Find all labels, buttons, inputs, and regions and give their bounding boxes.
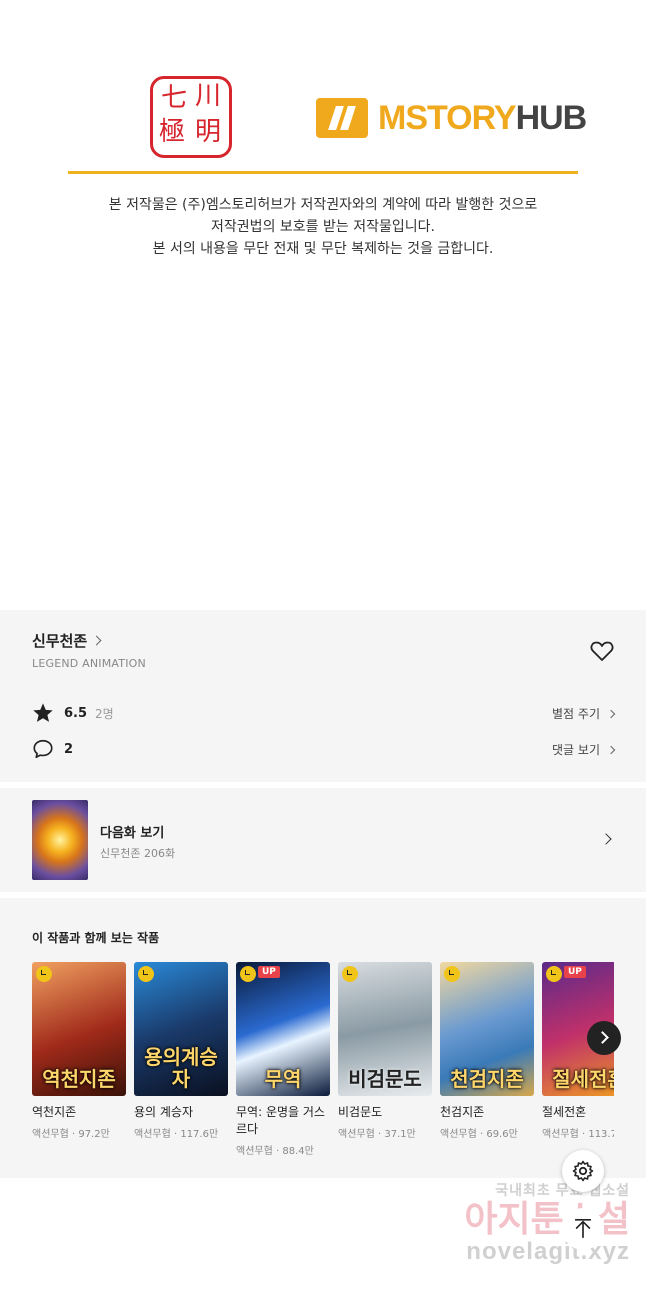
- clock-icon: [36, 966, 52, 982]
- cover-image[interactable]: 비검문도: [338, 962, 432, 1096]
- view-comments-label: 댓글 보기: [552, 743, 600, 757]
- cover-title-art: 절세전혼: [552, 1067, 614, 1091]
- publisher-seal-logo: 七 川 極 明: [150, 76, 232, 158]
- recommendation-title[interactable]: 무역: 운명을 거스르다: [236, 1104, 330, 1138]
- recommendation-item[interactable]: UP 무역 무역: 운명을 거스르다 액션무협 · 88.4만: [236, 962, 330, 1157]
- cover-title-art: 비검문도: [348, 1067, 422, 1091]
- scroll-top-button[interactable]: [562, 1208, 604, 1250]
- chevron-right-icon: [91, 635, 102, 646]
- work-studio: LEGEND ANIMATION: [32, 657, 146, 670]
- notice-line: 본 서의 내용을 무단 전재 및 무단 복제하는 것을 금합니다.: [152, 241, 494, 257]
- carousel-next-button[interactable]: [587, 1021, 621, 1055]
- cover-title-art: 무역: [264, 1067, 302, 1091]
- chevron-right-icon: [606, 709, 616, 718]
- seal-char: 明: [195, 117, 222, 147]
- notice-line: 본 저작물은 (주)엠스토리허브가 저작권자와의 계약에 따라 발행한 것으로: [108, 197, 538, 213]
- settings-button[interactable]: [562, 1150, 604, 1192]
- cover-image[interactable]: 천검지존: [440, 962, 534, 1096]
- cover-title-art: 용의계승자: [144, 1045, 218, 1091]
- clock-icon: [444, 966, 460, 982]
- seal-char: 七: [161, 83, 188, 113]
- comment-icon: [33, 739, 53, 759]
- rating-count: 2명: [95, 706, 114, 721]
- recommendations-title: 이 작품과 함께 보는 작품: [32, 931, 160, 945]
- rating-summary: 6.5 2명: [32, 702, 114, 724]
- recommendation-meta: 액션무협 · 117.6만: [134, 1129, 219, 1140]
- up-badge: UP: [564, 966, 586, 978]
- recommendation-meta: 액션무협 · 88.4만: [236, 1146, 314, 1157]
- up-badge: UP: [258, 966, 280, 978]
- recommendation-title[interactable]: 역천지존: [32, 1104, 126, 1121]
- recommendation-item[interactable]: 용의계승자 용의 계승자 액션무협 · 117.6만: [134, 962, 228, 1140]
- recommendation-item[interactable]: 비검문도 비검문도 액션무협 · 37.1만: [338, 962, 432, 1140]
- recommendation-title[interactable]: 천검지존: [440, 1104, 534, 1121]
- recommendation-meta: 액션무협 · 113.7: [542, 1129, 614, 1140]
- recommendation-title[interactable]: 용의 계승자: [134, 1104, 228, 1121]
- cover-image[interactable]: 용의계승자: [134, 962, 228, 1096]
- star-icon: [33, 703, 53, 722]
- recommendation-title[interactable]: 절세전혼: [542, 1104, 614, 1121]
- recommendation-meta: 액션무협 · 37.1만: [338, 1129, 416, 1140]
- cover-title-art: 천검지존: [450, 1067, 524, 1091]
- recommendation-meta: 액션무협 · 97.2만: [32, 1129, 110, 1140]
- recommendation-item[interactable]: 천검지존 천검지존 액션무협 · 69.6만: [440, 962, 534, 1140]
- rate-label: 별점 주기: [552, 707, 600, 721]
- view-comments-button[interactable]: 댓글 보기: [552, 741, 616, 758]
- work-title-link[interactable]: 신무천존: [32, 630, 102, 651]
- clock-icon: [240, 966, 256, 982]
- clock-icon: [546, 966, 562, 982]
- copyright-notice: 본 저작물은 (주)엠스토리허브가 저작권자와의 계약에 따라 발행한 것으로 …: [0, 194, 646, 260]
- clock-icon: [138, 966, 154, 982]
- clock-icon: [342, 966, 358, 982]
- chevron-right-icon: [606, 745, 616, 754]
- cover-title-art: 역천지존: [42, 1067, 116, 1091]
- next-episode-thumbnail[interactable]: [32, 800, 88, 880]
- recommendation-item[interactable]: 역천지존 역천지존 액션무협 · 97.2만: [32, 962, 126, 1140]
- copyright-banner: 七 川 極 明 MSTORYHUB 본 저작물은 (주)엠스토리허브가 저작권자…: [0, 0, 646, 610]
- mstoryhub-logo: MSTORYHUB: [316, 98, 587, 138]
- watermark-url: novelagit.xyz: [466, 1238, 630, 1265]
- recommendation-meta: 액션무협 · 69.6만: [440, 1129, 518, 1140]
- next-episode-sub: 신무천존 206화: [100, 847, 176, 860]
- arrow-up-icon: [574, 1219, 592, 1239]
- divider: [68, 171, 578, 174]
- cover-image[interactable]: UP 무역: [236, 962, 330, 1096]
- watermark-tagline: 국내최초 무료 웹소설: [495, 1182, 630, 1198]
- brand-wordmark: MSTORYHUB: [378, 98, 587, 137]
- rate-button[interactable]: 별점 주기: [552, 705, 616, 722]
- notice-line: 저작권법의 보호를 받는 저작물입니다.: [211, 219, 435, 235]
- next-episode-label[interactable]: 다음화 보기: [100, 822, 164, 841]
- heart-icon[interactable]: [590, 640, 614, 662]
- work-title: 신무천존: [32, 632, 88, 650]
- comment-count: 2: [64, 741, 74, 757]
- rating-value: 6.5: [64, 705, 88, 721]
- mstoryhub-mark-icon: [316, 98, 368, 138]
- seal-char: 川: [195, 81, 222, 111]
- recommendation-title[interactable]: 비검문도: [338, 1104, 432, 1121]
- cover-image[interactable]: 역천지존: [32, 962, 126, 1096]
- seal-char: 極: [159, 117, 186, 147]
- next-episode-card[interactable]: [0, 788, 646, 892]
- comment-summary: 2: [32, 738, 73, 760]
- gear-icon: [572, 1160, 594, 1182]
